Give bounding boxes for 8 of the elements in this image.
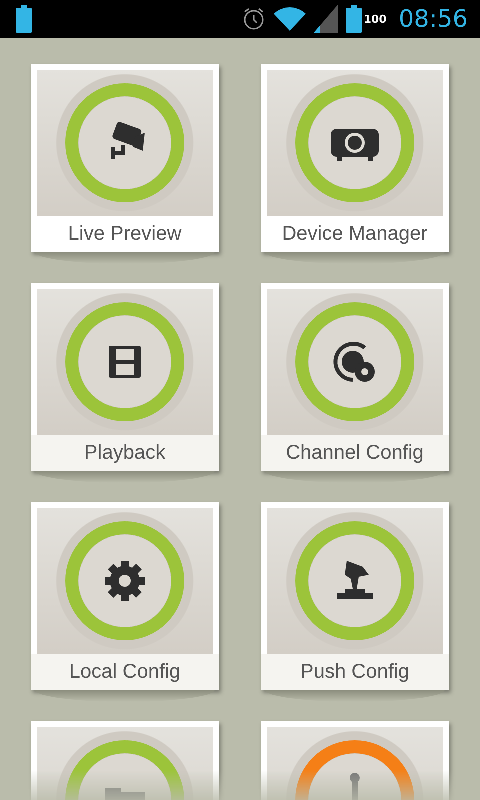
menu-tile[interactable]: Channel Config: [261, 283, 449, 471]
battery-percentage: 100: [364, 12, 387, 26]
menu-tile[interactable]: Playback: [31, 283, 219, 471]
clock-time: 08:56: [398, 5, 468, 33]
menu-tile[interactable]: Device Manager: [261, 64, 449, 252]
menu-tile[interactable]: Push Config: [261, 502, 449, 690]
menu-tile[interactable]: Local Config: [31, 502, 219, 690]
menu-tile[interactable]: Live Preview: [31, 64, 219, 252]
